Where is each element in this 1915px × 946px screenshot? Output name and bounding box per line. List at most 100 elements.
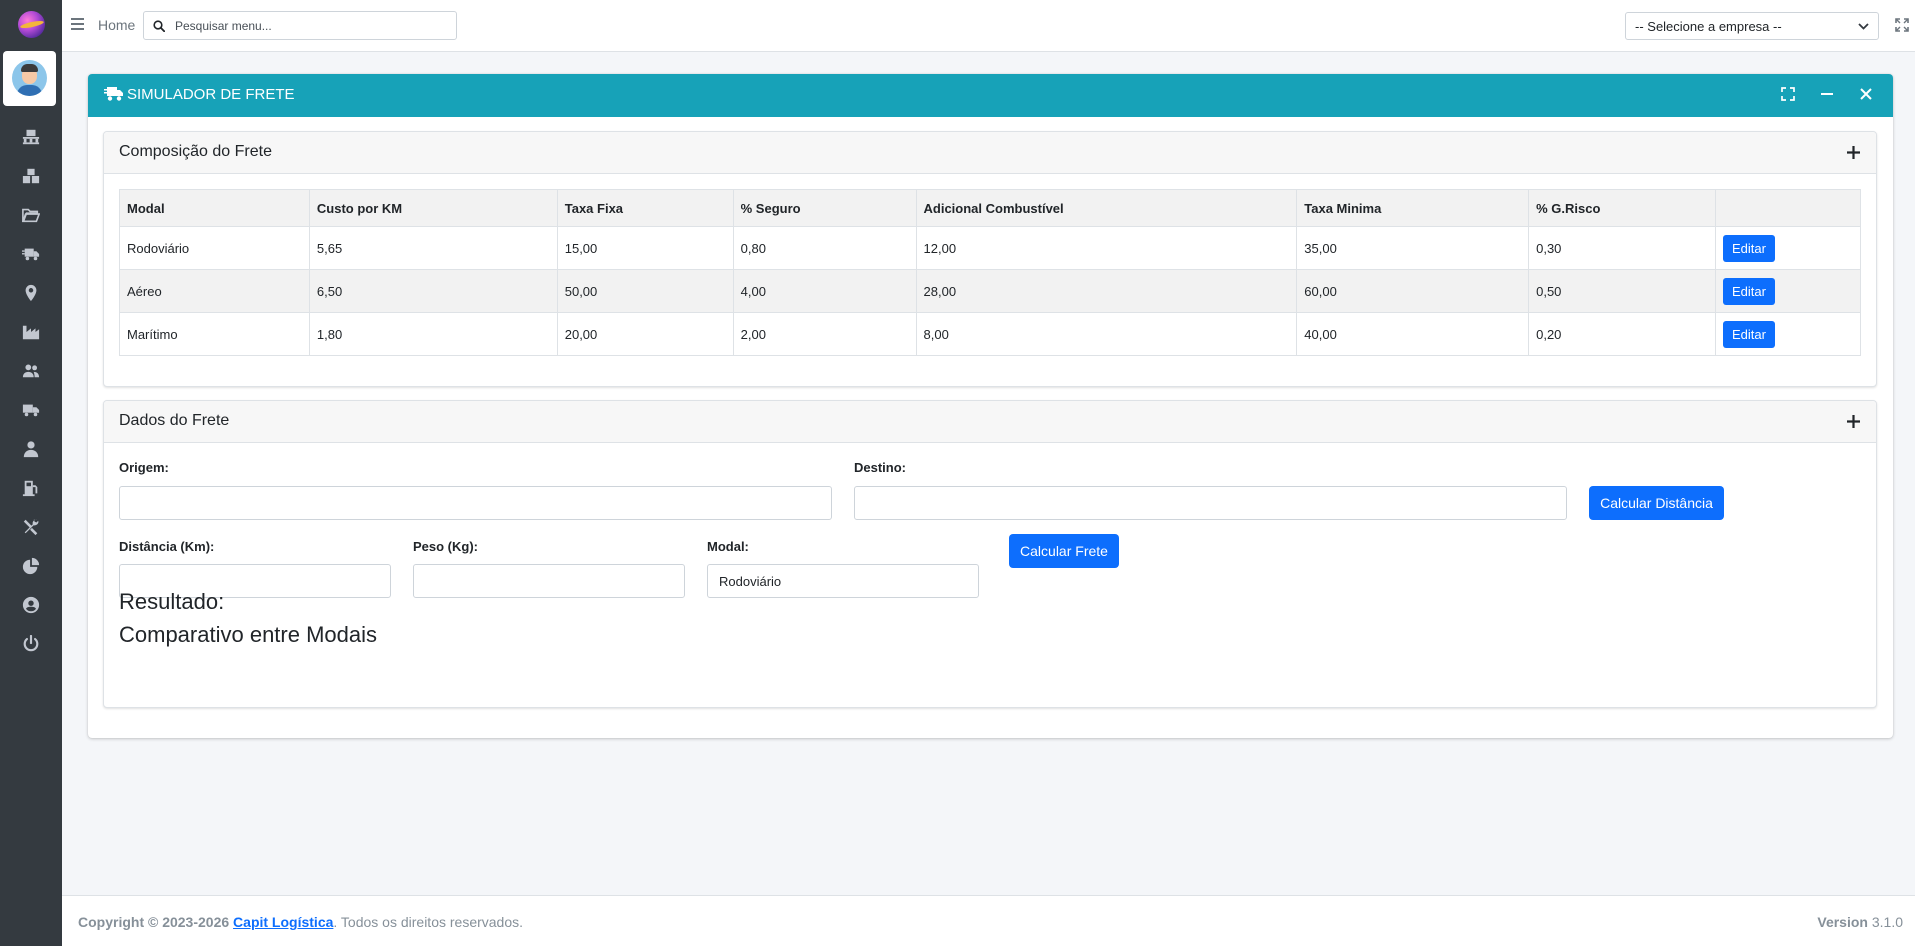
gas-pump-icon[interactable] [0,473,62,503]
search-icon [153,20,165,32]
freight-composition-header: Composição do Frete [104,132,1876,174]
cell-action: Editar [1715,269,1861,313]
version-text: Version 3.1.0 [1817,914,1903,930]
freight-composition-table: Modal Custo por KM Taxa Fixa % Seguro Ad… [119,189,1861,356]
cell-custo-km: 1,80 [308,312,558,356]
plus-icon[interactable] [1846,414,1861,429]
cell-taxa-fixa: 20,00 [556,312,734,356]
column-header: Adicional Combustível [915,189,1298,227]
topbar: Home -- Selecione a empresa -- [62,0,1915,52]
calculate-distance-button[interactable]: Calcular Distância [1589,486,1724,520]
chart-pie-icon[interactable] [0,551,62,581]
cell-custo-km: 5,65 [308,226,558,270]
distancia-label: Distância (Km): [119,539,215,554]
cell-taxa-minima: 60,00 [1296,269,1530,313]
power-off-icon[interactable] [0,629,62,659]
fullscreen-icon[interactable] [1895,18,1909,32]
home-link[interactable]: Home [98,17,135,33]
user-tie-icon[interactable] [0,434,62,464]
cell-modal: Aéreo [119,269,310,313]
cell-seguro: 0,80 [732,226,917,270]
freight-simulator-card: SIMULADOR DE FRETE Composição do Frete M… [88,74,1893,738]
minimize-button[interactable] [1820,87,1836,103]
rights-text: . Todos os direitos reservados. [333,914,524,930]
truck-fast-icon [104,87,123,101]
cell-risco: 0,50 [1528,269,1716,313]
table-row: Marítimo 1,80 20,00 2,00 8,00 40,00 0,20… [119,312,1861,356]
avatar [12,60,47,96]
cell-action: Editar [1715,226,1861,270]
cell-risco: 0,20 [1528,312,1716,356]
minus-icon [1821,93,1833,95]
cell-taxa-fixa: 15,00 [556,226,734,270]
result-heading: Resultado: [119,589,225,614]
copyright-label: Copyright © 2023-2026 [78,914,234,930]
modal-label: Modal: [707,539,749,554]
freight-composition-title: Composição do Frete [119,143,272,160]
sidebar [0,0,62,946]
cell-modal: Rodoviário [119,226,310,270]
cell-risco: 0,30 [1528,226,1716,270]
column-header: Taxa Fixa [556,189,734,227]
folder-open-icon[interactable] [0,200,62,230]
calculate-freight-button[interactable]: Calcular Frete [1009,534,1119,568]
destino-label: Destino: [854,460,906,475]
cell-combustivel: 8,00 [915,312,1298,356]
user-circle-icon[interactable] [0,590,62,620]
cell-combustivel: 12,00 [915,226,1298,270]
table-row: Aéreo 6,50 50,00 4,00 28,00 60,00 0,50 E… [119,269,1861,313]
column-header [1715,189,1861,227]
industry-icon[interactable] [0,317,62,347]
company-select-value: -- Selecione a empresa -- [1635,19,1782,34]
company-link[interactable]: Capit Logística [233,914,333,930]
peso-label: Peso (Kg): [413,539,478,554]
cell-seguro: 4,00 [732,269,917,313]
tools-icon[interactable] [0,512,62,542]
table-row: Rodoviário 5,65 15,00 0,80 12,00 35,00 0… [119,226,1861,270]
edit-button[interactable]: Editar [1723,320,1775,348]
footer: Copyright © 2023-2026 Capit Logística. T… [62,895,1915,946]
version-label: Version [1817,914,1868,930]
boxes-icon[interactable] [0,161,62,191]
pallet-icon[interactable] [0,122,62,152]
column-header: % G.Risco [1528,189,1716,227]
modal-input[interactable] [707,564,979,598]
column-header: Taxa Minima [1296,189,1530,227]
page-title: SIMULADOR DE FRETE [127,86,295,103]
truck-icon[interactable] [0,395,62,425]
plus-icon[interactable] [1846,145,1861,160]
company-select[interactable]: -- Selecione a empresa -- [1625,12,1879,40]
destino-input[interactable] [854,486,1567,520]
freight-simulator-header: SIMULADOR DE FRETE [88,74,1893,117]
map-marker-icon[interactable] [0,278,62,308]
close-button[interactable] [1859,87,1875,103]
cell-taxa-minima: 35,00 [1296,226,1530,270]
edit-button[interactable]: Editar [1723,277,1775,305]
column-header: Custo por KM [308,189,558,227]
user-avatar-box[interactable] [3,51,56,106]
edit-button[interactable]: Editar [1723,234,1775,262]
expand-icon [1781,87,1795,101]
version-value: 3.1.0 [1867,914,1903,930]
comparison-heading: Comparativo entre Modais [119,622,378,647]
copyright-text: Copyright © 2023-2026 Capit Logística. T… [78,914,523,930]
column-header: Modal [119,189,310,227]
close-icon [1860,88,1872,100]
freight-data-header: Dados do Frete [104,401,1876,443]
freight-data-card: Dados do Frete Origem: Destino: Calcular… [103,400,1877,708]
maximize-button[interactable] [1781,87,1797,103]
cell-combustivel: 28,00 [915,269,1298,313]
menu-search-box[interactable] [143,11,457,40]
search-input[interactable] [175,16,445,36]
freight-data-title: Dados do Frete [119,412,230,429]
hamburger-menu-icon[interactable] [71,18,84,30]
cell-seguro: 2,00 [732,312,917,356]
truck-fast-icon[interactable] [0,239,62,269]
cell-custo-km: 6,50 [308,269,558,313]
chevron-down-icon [1858,23,1869,30]
cell-taxa-minima: 40,00 [1296,312,1530,356]
users-icon[interactable] [0,356,62,386]
peso-input[interactable] [413,564,685,598]
origem-input[interactable] [119,486,832,520]
cell-taxa-fixa: 50,00 [556,269,734,313]
